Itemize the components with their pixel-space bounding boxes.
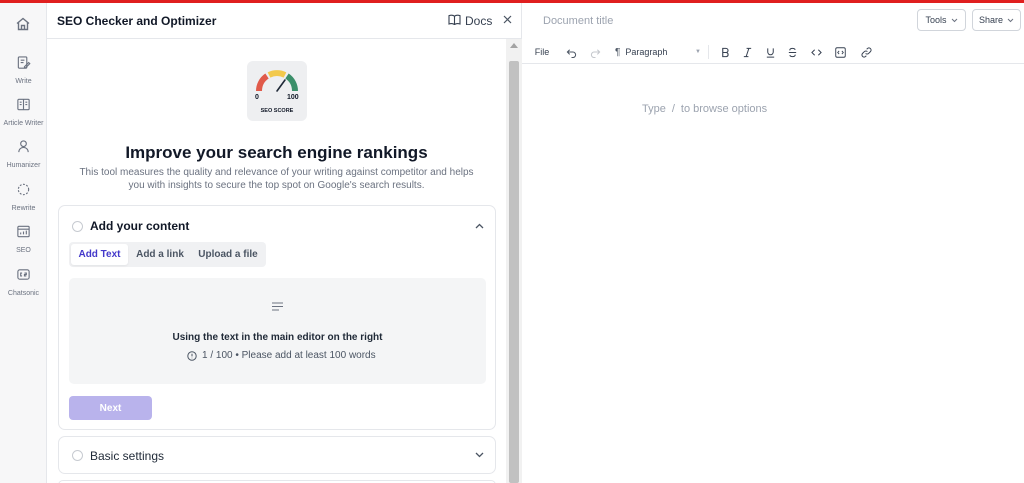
text-source-area: Using the text in the main editor on the… xyxy=(69,278,486,384)
close-panel-button[interactable] xyxy=(500,12,514,28)
write-icon xyxy=(16,55,31,75)
chevron-down-icon xyxy=(475,452,483,458)
chat-icon xyxy=(16,267,31,287)
page-description: This tool measures the quality and relev… xyxy=(79,167,474,191)
scroll-up-arrow-icon[interactable] xyxy=(510,43,518,48)
share-button[interactable]: Share xyxy=(972,9,1021,31)
seo-score-illustration: 0 100 SEO SCORE xyxy=(247,61,307,121)
basic-settings-card[interactable]: Basic settings xyxy=(58,436,496,474)
collapse-button[interactable] xyxy=(473,220,485,232)
chevron-down-icon xyxy=(951,18,957,22)
score-caption: SEO SCORE xyxy=(260,108,294,114)
code-block-button[interactable] xyxy=(833,44,847,60)
chevron-up-icon xyxy=(475,223,483,229)
undo-icon xyxy=(566,48,576,58)
rail-item-humanizer[interactable]: Humanizer xyxy=(0,139,47,179)
next-button[interactable]: Next xyxy=(69,396,152,420)
page-heading: Improve your search engine rankings xyxy=(125,143,428,162)
close-icon xyxy=(503,11,512,29)
document-editor: Tools Share File ¶ Paragraph ▼ xyxy=(522,3,1024,483)
article-icon xyxy=(16,97,31,117)
add-content-title: Add your content xyxy=(90,219,190,233)
hint-slash: / xyxy=(671,103,675,115)
score-max-label: 100 xyxy=(287,94,299,101)
add-content-card: Add your content Add Text Add a link Upl… xyxy=(58,205,496,430)
italic-icon xyxy=(743,47,751,57)
code-icon xyxy=(810,48,822,56)
strikethrough-button[interactable] xyxy=(785,44,799,60)
paragraph-label: Paragraph xyxy=(625,47,668,57)
left-rail: Write Article Writer Humanizer Rewrite S… xyxy=(0,3,47,483)
document-title-input[interactable] xyxy=(543,13,843,29)
panel-scrollbar[interactable] xyxy=(506,39,522,483)
tools-button[interactable]: Tools xyxy=(917,9,966,31)
score-min-label: 0 xyxy=(255,94,259,101)
link-button[interactable] xyxy=(859,44,873,60)
italic-button[interactable] xyxy=(740,44,754,60)
basic-settings-title: Basic settings xyxy=(90,449,165,463)
rail-item-rewrite[interactable]: Rewrite xyxy=(0,182,47,222)
paragraph-select[interactable]: ¶ Paragraph ▼ xyxy=(615,44,701,60)
file-menu[interactable]: File xyxy=(534,44,550,60)
underline-icon xyxy=(766,47,774,58)
expand-button[interactable] xyxy=(473,449,485,461)
rail-item-chatsonic[interactable]: Chatsonic xyxy=(0,267,47,307)
hint-type: Type xyxy=(642,103,666,115)
word-count-text: 1 / 100 • Please add at least 100 words xyxy=(202,350,376,361)
editor-placeholder[interactable]: Type / to browse options xyxy=(642,103,767,115)
editor-toolbar: File ¶ Paragraph ▼ xyxy=(522,40,1024,64)
chevron-down-icon: ▼ xyxy=(695,49,701,55)
home-icon[interactable] xyxy=(12,13,34,35)
underline-button[interactable] xyxy=(763,44,777,60)
hint-rest: to browse options xyxy=(680,103,768,115)
undo-button[interactable] xyxy=(564,44,578,60)
rewrite-icon xyxy=(16,182,31,202)
redo-button[interactable] xyxy=(588,44,602,60)
text-lines-icon xyxy=(272,302,283,311)
info-icon xyxy=(187,350,197,361)
panel-title: SEO Checker and Optimizer xyxy=(57,14,217,28)
docs-button[interactable]: Docs xyxy=(448,12,492,30)
rail-item-write[interactable]: Write xyxy=(0,55,47,95)
basic-settings-radio[interactable] xyxy=(72,450,83,461)
rail-label-humanizer: Humanizer xyxy=(6,162,41,169)
rail-label-seo: SEO xyxy=(16,247,31,254)
code-block-icon xyxy=(834,46,846,58)
pilcrow-icon: ¶ xyxy=(615,46,621,58)
person-icon xyxy=(16,139,31,159)
rail-item-seo[interactable]: SEO xyxy=(0,224,47,264)
content-source-tabs: Add Text Add a link Upload a file xyxy=(69,242,266,267)
bold-icon xyxy=(721,47,729,57)
tab-add-text[interactable]: Add Text xyxy=(71,244,128,265)
seo-panel: SEO Checker and Optimizer Docs 0 100 SEO… xyxy=(47,3,522,483)
rail-label-write: Write xyxy=(15,78,32,85)
tab-add-link[interactable]: Add a link xyxy=(130,244,190,265)
source-message: Using the text in the main editor on the… xyxy=(172,332,383,343)
code-button[interactable] xyxy=(809,44,823,60)
share-label: Share xyxy=(978,15,1004,25)
toolbar-divider xyxy=(708,45,709,59)
gauge-icon xyxy=(255,70,299,92)
redo-icon xyxy=(590,48,600,58)
link-icon xyxy=(861,47,871,57)
seo-icon xyxy=(16,224,31,244)
panel-header: SEO Checker and Optimizer Docs xyxy=(47,3,522,39)
rail-label-rewrite: Rewrite xyxy=(11,205,36,212)
rail-item-article-writer[interactable]: Article Writer xyxy=(0,97,47,137)
step-radio[interactable] xyxy=(72,221,83,232)
docs-label: Docs xyxy=(465,14,493,28)
rail-label-article-writer: Article Writer xyxy=(3,120,44,127)
tools-label: Tools xyxy=(925,15,947,25)
book-icon xyxy=(448,14,461,28)
chevron-down-icon xyxy=(1007,18,1014,22)
rail-label-chatsonic: Chatsonic xyxy=(7,290,40,297)
bold-button[interactable] xyxy=(718,44,732,60)
scroll-thumb[interactable] xyxy=(509,61,519,483)
word-count-status: 1 / 100 • Please add at least 100 words xyxy=(187,350,376,361)
strikethrough-icon xyxy=(788,47,796,57)
tab-upload-file[interactable]: Upload a file xyxy=(192,244,264,265)
